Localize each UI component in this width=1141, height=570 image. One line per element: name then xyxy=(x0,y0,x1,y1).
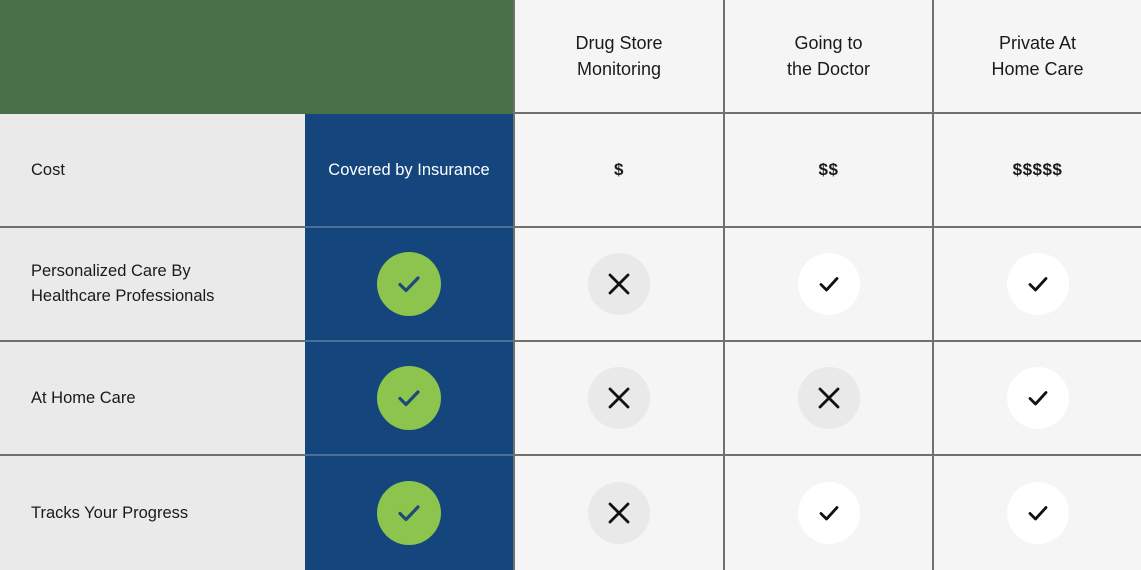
check-icon xyxy=(1006,367,1069,429)
check-icon xyxy=(797,253,860,315)
column-header-drug-store-monitoring: Drug Store Monitoring xyxy=(513,0,723,114)
row-label-tracks-your-progress: Tracks Your Progress xyxy=(0,456,305,570)
row-label-line1: Personalized Care By xyxy=(31,262,191,281)
cell-personalized-care-highlight xyxy=(305,228,513,342)
cross-icon xyxy=(797,367,860,429)
cell-tracks-your-progress-drug-store-monitoring xyxy=(513,456,723,570)
cell-cost-drug-store-monitoring: $ xyxy=(513,114,723,228)
column-header-line2: the Doctor xyxy=(786,59,871,79)
column-header-line2: Monitoring xyxy=(576,59,662,79)
column-header-line1: Drug Store xyxy=(575,32,663,53)
cross-icon xyxy=(588,482,650,544)
column-header-line2: Home Care xyxy=(991,59,1084,79)
cell-cost-private-at-home-care: $$$$$ xyxy=(932,114,1141,228)
check-circle-green-icon xyxy=(377,366,441,430)
header-highlight-column xyxy=(305,0,513,114)
cell-at-home-care-private-at-home-care xyxy=(932,342,1141,456)
check-circle-green-icon xyxy=(377,481,441,545)
cell-at-home-care-drug-store-monitoring xyxy=(513,342,723,456)
cell-cost-going-to-the-doctor: $$ xyxy=(723,114,932,228)
row-label-text: At Home Care xyxy=(31,388,136,407)
cell-personalized-care-drug-store-monitoring xyxy=(513,228,723,342)
check-icon xyxy=(1006,253,1069,315)
row-label-text: Personalized Care By Healthcare Professi… xyxy=(31,259,214,309)
row-label-text: Cost xyxy=(31,160,65,179)
cost-value: $$ xyxy=(818,160,839,179)
covered-by-insurance-text: Covered by Insurance xyxy=(328,160,490,179)
cross-icon xyxy=(588,253,650,315)
row-label-at-home-care: At Home Care xyxy=(0,342,305,456)
row-label-line2: Healthcare Professionals xyxy=(31,287,215,305)
cell-tracks-your-progress-private-at-home-care xyxy=(932,456,1141,570)
comparison-table: Drug Store Monitoring Going to the Docto… xyxy=(0,0,1141,570)
check-icon xyxy=(1006,482,1069,544)
cell-tracks-your-progress-going-to-the-doctor xyxy=(723,456,932,570)
row-label-cost: Cost xyxy=(0,114,305,228)
row-label-personalized-care-by-healthcare-professionals: Personalized Care By Healthcare Professi… xyxy=(0,228,305,342)
cell-personalized-care-private-at-home-care xyxy=(932,228,1141,342)
column-header-line1: Going to xyxy=(794,32,863,53)
column-header-going-to-the-doctor: Going to the Doctor xyxy=(723,0,932,114)
cross-icon xyxy=(588,367,650,429)
cell-at-home-care-highlight xyxy=(305,342,513,456)
cell-personalized-care-going-to-the-doctor xyxy=(723,228,932,342)
cost-value: $ xyxy=(614,160,624,179)
check-icon xyxy=(797,482,860,544)
cost-value: $$$$$ xyxy=(1012,160,1063,179)
cell-tracks-your-progress-highlight xyxy=(305,456,513,570)
header-label-corner xyxy=(0,0,305,114)
cell-at-home-care-going-to-the-doctor xyxy=(723,342,932,456)
cell-cost-highlight: Covered by Insurance xyxy=(305,114,513,228)
row-label-text: Tracks Your Progress xyxy=(31,503,189,522)
column-header-line1: Private At xyxy=(998,32,1077,53)
column-header-private-at-home-care: Private At Home Care xyxy=(932,0,1141,114)
check-circle-green-icon xyxy=(377,252,441,316)
